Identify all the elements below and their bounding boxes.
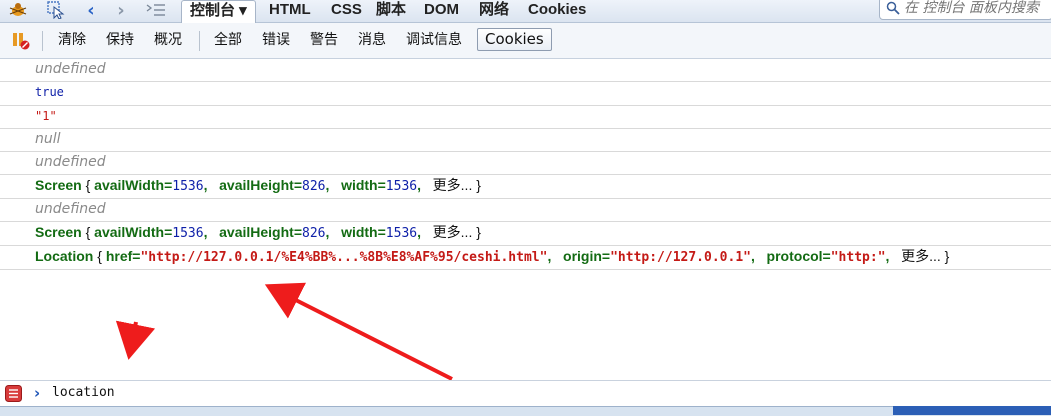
prop-key: origin [563,248,602,264]
annotation-arrow-short [115,320,156,360]
prop-value: 1536 [385,179,418,194]
prop-value: 1536 [172,226,204,241]
console-row-object[interactable]: Screen { availWidth=1536, availHeight=82… [0,175,1051,199]
tab-cookies[interactable]: Cookies [528,0,586,22]
search-icon [886,1,900,19]
filter-errors-button[interactable]: 错误 [262,30,290,50]
tab-html[interactable]: HTML [269,0,311,22]
prop-key: width [341,177,378,193]
prop-key: availHeight [219,177,294,193]
prop-key: availWidth [94,224,165,240]
tab-net[interactable]: 网络 [479,0,509,22]
filter-warnings-button[interactable]: 警告 [310,30,338,50]
console-row: true [0,82,1051,106]
tab-console[interactable]: 控制台 ▾ [181,0,256,23]
prop-value[interactable]: "http:" [831,250,886,265]
command-input[interactable] [52,385,952,400]
prop-key: availWidth [94,177,165,193]
prop-value: 1536 [172,179,204,194]
console-row: undefined [0,59,1051,82]
prop-value: 826 [302,179,326,194]
more-link[interactable]: 更多... [901,248,941,264]
console-row-object[interactable]: Screen { availWidth=1536, availHeight=82… [0,222,1051,246]
prop-key: width [341,224,378,240]
panel-search-box[interactable] [879,0,1051,20]
console-row: "1" [0,106,1051,129]
forward-arrow-icon[interactable]: › [112,0,130,21]
close-brace: } [476,177,481,193]
log-value: undefined [35,201,106,217]
prop-key: availHeight [219,224,294,240]
toolbar-separator [199,31,200,51]
console-toolbar: 清除 保持 概况 全部 错误 警告 消息 调试信息 Cookies [0,23,1051,59]
prop-value[interactable]: "http://127.0.0.1/%E4%BB%...%8B%E8%AF%95… [140,250,547,265]
prop-value: 826 [302,226,326,241]
prop-value[interactable]: "http://127.0.0.1" [610,250,751,265]
prop-key: href [105,248,133,264]
tab-css[interactable]: CSS [331,0,362,22]
console-row: undefined [0,199,1051,222]
console-row-object[interactable]: Location { href="http://127.0.0.1/%E4%BB… [0,246,1051,270]
filter-cookies-button[interactable]: Cookies [477,28,552,51]
panel-list-icon[interactable] [144,1,168,19]
persist-button[interactable]: 保持 [106,30,134,50]
open-brace: { [85,224,91,240]
open-brace: { [85,177,91,193]
console-row: null [0,129,1051,152]
object-name[interactable]: Screen [35,224,82,240]
back-arrow-icon[interactable]: ‹ [82,0,100,21]
object-name[interactable]: Location [35,248,93,264]
search-input[interactable] [904,0,1048,16]
clear-button[interactable]: 清除 [58,30,86,50]
console-output: undefined true "1" null undefined Screen… [0,59,1051,270]
log-value: true [35,85,64,99]
annotation-arrow-long [264,282,453,381]
console-row: undefined [0,152,1051,175]
log-value: undefined [35,154,106,170]
filter-debug-button[interactable]: 调试信息 [406,30,462,50]
taskbar-fragment [893,406,1051,415]
firebug-icon[interactable] [5,1,31,19]
inspect-element-icon[interactable] [45,1,67,19]
prop-value: 1536 [385,226,418,241]
toolbar-separator [42,31,43,51]
command-line: › [0,380,1051,407]
log-value: "1" [35,109,57,123]
error-breakpoint-icon[interactable] [5,385,22,402]
filter-info-button[interactable]: 消息 [358,30,386,50]
profile-button[interactable]: 概况 [154,30,182,50]
more-link[interactable]: 更多... [433,177,473,193]
log-value: null [35,131,61,147]
break-on-errors-icon[interactable] [10,31,32,51]
close-brace: } [944,248,950,264]
open-brace: { [97,248,102,264]
prop-key: protocol [766,248,823,264]
close-brace: } [476,224,481,240]
object-name[interactable]: Screen [35,177,82,193]
panel-tab-bar: ‹ › 控制台 ▾ HTML CSS 脚本 DOM 网络 Cookies [0,0,1051,23]
more-link[interactable]: 更多... [433,224,473,240]
prompt-chevron-icon: › [34,384,41,402]
filter-all-button[interactable]: 全部 [214,30,242,50]
log-value: undefined [35,61,106,77]
tab-script[interactable]: 脚本 [376,0,406,22]
tab-dom[interactable]: DOM [424,0,459,22]
